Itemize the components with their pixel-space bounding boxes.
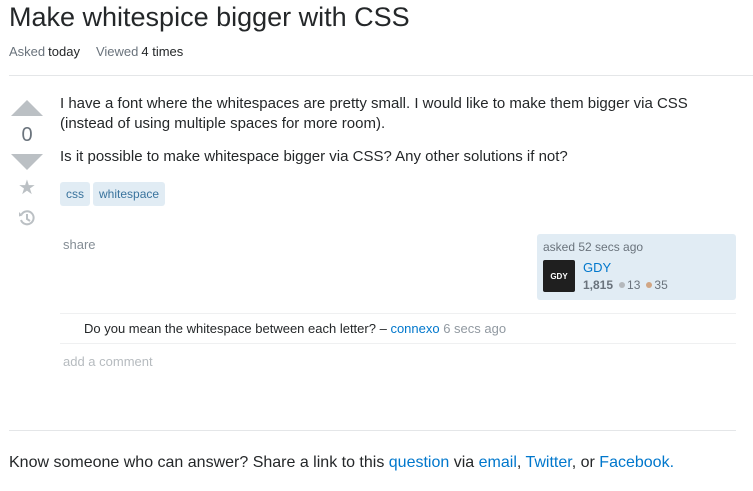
bronze-badge-icon: [646, 282, 653, 288]
bronze-badge-count: 35: [654, 278, 668, 292]
tag-whitespace[interactable]: whitespace: [93, 182, 166, 206]
question-title[interactable]: Make whitespice bigger with CSS: [9, 2, 410, 33]
add-comment-link[interactable]: add a comment: [63, 354, 153, 369]
footer-via: via: [453, 454, 475, 471]
vote-cell: 0 ★: [8, 100, 46, 228]
question-paragraph: Is it possible to make whitespace bigger…: [60, 148, 568, 165]
star-icon[interactable]: ★: [8, 178, 46, 198]
tag-list: css whitespace: [60, 182, 168, 206]
question-meta: Asked today Viewed 4 times: [9, 44, 183, 59]
footer-prefix: Know someone who can answer? Share a lin…: [9, 454, 385, 471]
viewed-value: 4 times: [141, 44, 184, 59]
comment-time[interactable]: 6 secs ago: [443, 321, 506, 336]
question-body: I have a font where the whitespaces are …: [60, 94, 740, 181]
owner-card: asked 52 secs ago GDY GDY 1,815 13 35: [537, 234, 736, 300]
vote-count: 0: [21, 124, 33, 146]
owner-name-link[interactable]: GDY: [583, 260, 668, 276]
comment-list: Do you mean the whitespace between each …: [60, 313, 736, 344]
silver-badge-icon: [619, 282, 626, 288]
comment: Do you mean the whitespace between each …: [60, 314, 736, 344]
history-icon[interactable]: [17, 208, 37, 228]
viewed-label: Viewed: [95, 44, 139, 59]
silver-badge-count: 13: [627, 278, 641, 292]
share-footer: Know someone who can answer? Share a lin…: [9, 454, 674, 472]
comment-user-link[interactable]: connexo: [390, 321, 439, 336]
question-paragraph: I have a font where the whitespaces are …: [60, 95, 688, 132]
footer-comma: ,: [516, 454, 522, 471]
owner-reputation: 1,815 13 35: [583, 278, 668, 292]
footer-or: , or: [571, 454, 595, 471]
avatar[interactable]: GDY: [543, 260, 575, 292]
upvote-arrow-icon[interactable]: [11, 100, 43, 116]
share-link[interactable]: share: [63, 237, 96, 252]
facebook-link[interactable]: Facebook.: [599, 454, 674, 471]
reputation-score: 1,815: [583, 278, 614, 292]
asked-value: today: [48, 44, 80, 59]
tag-css[interactable]: css: [60, 182, 90, 206]
email-link[interactable]: email: [479, 454, 517, 471]
twitter-link[interactable]: Twitter: [525, 454, 571, 471]
question-link[interactable]: question: [389, 454, 450, 471]
asked-label: Asked: [9, 44, 46, 59]
downvote-arrow-icon[interactable]: [11, 154, 43, 170]
comment-text: Do you mean the whitespace between each …: [84, 321, 387, 336]
divider: [9, 430, 736, 431]
divider: [9, 75, 753, 76]
asked-time: asked 52 secs ago: [543, 240, 644, 254]
